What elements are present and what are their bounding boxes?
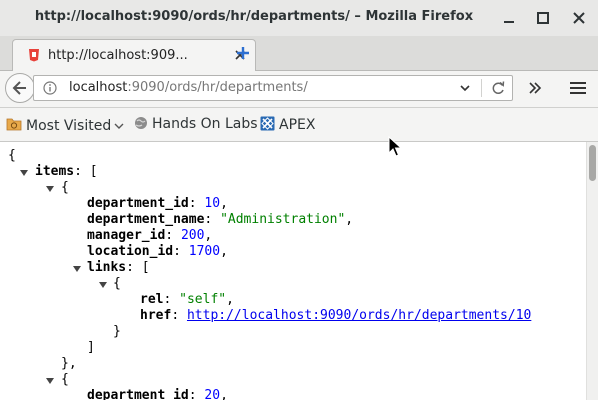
close-window-icon[interactable] <box>567 6 591 30</box>
bookmark-hands-on-labs[interactable]: Hands On Labs <box>134 116 258 132</box>
mouse-pointer-icon <box>388 136 402 157</box>
hamburger-menu-icon[interactable] <box>569 79 587 97</box>
tab-strip: http://localhost:909... <box>0 36 598 71</box>
json-item-close: }, <box>61 356 77 371</box>
expand-toggle-icon[interactable] <box>46 185 54 193</box>
maximize-icon[interactable] <box>531 6 555 30</box>
bookmarks-toolbar: Most Visited Hands On Labs APEX <box>0 108 598 142</box>
minimize-icon[interactable] <box>497 6 521 30</box>
bookmark-apex[interactable]: APEX <box>260 116 315 133</box>
json-manager-id-line: manager_id: 200, <box>87 228 213 243</box>
json-items-line: items: [ <box>35 164 98 179</box>
reload-icon[interactable] <box>490 80 506 96</box>
apex-icon <box>260 116 275 131</box>
json-links-line: links: [ <box>87 260 150 275</box>
globe-icon <box>135 117 147 129</box>
url-text[interactable]: localhost:9090/ords/hr/departments/ <box>69 80 308 95</box>
chevron-down-icon[interactable] <box>459 82 471 94</box>
new-tab-icon[interactable] <box>235 45 251 61</box>
json-viewer: { items: [ { department_id: 10, departme… <box>0 142 586 400</box>
back-button[interactable] <box>5 73 35 103</box>
url-separator <box>481 79 482 97</box>
expand-toggle-icon[interactable] <box>20 169 28 177</box>
expand-toggle-icon[interactable] <box>99 281 107 289</box>
href-link[interactable]: http://localhost:9090/ords/hr/department… <box>187 308 531 323</box>
json-open-brace: { <box>8 148 16 163</box>
window-title: http://localhost:9090/ords/hr/department… <box>34 9 474 24</box>
overflow-chevron-icon[interactable] <box>527 80 543 96</box>
json-link-open: { <box>113 276 121 291</box>
json-link-close: } <box>113 324 121 339</box>
json-href-line: href: http://localhost:9090/ords/hr/depa… <box>140 308 532 323</box>
json-item2-department-id-line: department_id: 20, <box>87 388 228 400</box>
bookmark-most-visited[interactable]: Most Visited <box>6 116 125 134</box>
most-visited-folder-icon <box>6 118 22 131</box>
tab-departments[interactable]: http://localhost:909... <box>12 39 256 71</box>
back-arrow-icon <box>12 81 26 95</box>
json-item2-open: { <box>61 372 69 387</box>
expand-toggle-icon[interactable] <box>46 377 54 385</box>
json-links-close: ] <box>87 340 95 355</box>
scrollbar-thumb[interactable] <box>589 145 596 181</box>
url-bar[interactable]: localhost:9090/ords/hr/departments/ <box>33 75 513 101</box>
navigation-bar: localhost:9090/ords/hr/departments/ <box>0 71 598 108</box>
window-titlebar: http://localhost:9090/ords/hr/department… <box>0 0 598 37</box>
chevron-down-icon <box>114 123 124 129</box>
expand-toggle-icon[interactable] <box>73 265 81 273</box>
site-info-icon[interactable] <box>43 81 57 95</box>
json-department-name-line: department_name: "Administration", <box>87 212 354 227</box>
json-item-open: { <box>61 180 69 195</box>
ords-favicon-icon <box>29 49 39 62</box>
tab-title: http://localhost:909... <box>48 48 188 63</box>
json-rel-line: rel: "self", <box>140 292 234 307</box>
json-location-id-line: location_id: 1700, <box>87 244 228 259</box>
json-department-id-line: department_id: 10, <box>87 196 228 211</box>
